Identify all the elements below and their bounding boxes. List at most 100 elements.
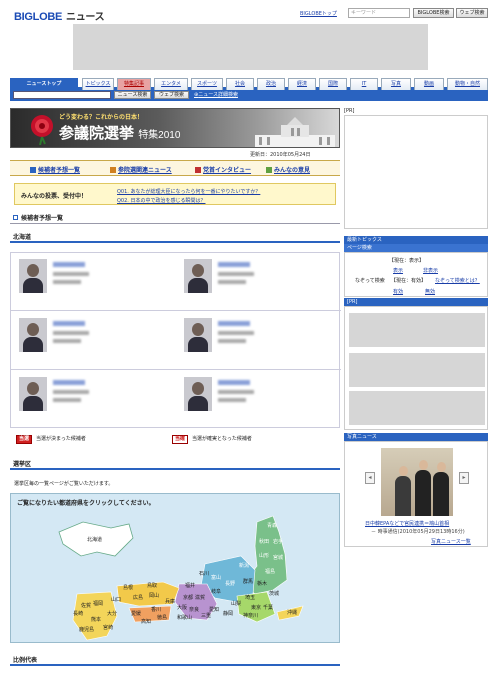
web-search-button-2[interactable]: ウェブ検索: [154, 91, 189, 99]
map-label[interactable]: 島根: [123, 584, 133, 591]
map-label[interactable]: 青森: [267, 522, 277, 529]
map-label[interactable]: 沖縄: [287, 609, 297, 616]
map-label[interactable]: 滋賀: [195, 594, 205, 601]
photo-news-box: ◂ ▸ 日中韓EPAなどで官民連携＝鳩山首相 － 時事通信(2010年05月29…: [344, 441, 488, 547]
map-label[interactable]: 東京: [251, 604, 261, 611]
biglobe-top-link[interactable]: BIGLOBEトップ: [300, 10, 337, 17]
candidate-card[interactable]: [176, 312, 341, 370]
photo-news-image[interactable]: [381, 448, 453, 516]
tab-entertainment[interactable]: エンタメ: [154, 78, 188, 90]
map-label[interactable]: 茨城: [269, 590, 279, 597]
next-photo-icon[interactable]: ▸: [459, 472, 469, 484]
map-label[interactable]: 奈良: [189, 606, 199, 613]
map-label[interactable]: 千葉: [263, 604, 273, 611]
tab-economy[interactable]: 経済: [288, 78, 316, 90]
candidate-photo: [184, 318, 212, 352]
keyword-input[interactable]: キーワード: [348, 8, 410, 18]
latest-topics-header[interactable]: 最新トピックス: [344, 236, 488, 244]
map-label[interactable]: 栃木: [257, 580, 267, 587]
pr-ad[interactable]: [349, 391, 485, 425]
show-link[interactable]: 表示: [393, 267, 403, 274]
map-label[interactable]: 鳥取: [147, 582, 157, 589]
map-label[interactable]: 兵庫: [165, 598, 175, 605]
map-label[interactable]: 三重: [201, 612, 211, 619]
map-label[interactable]: 埼玉: [245, 594, 255, 601]
subnav-news[interactable]: 参院選関連ニュース: [110, 165, 172, 174]
map-label[interactable]: 群馬: [243, 578, 253, 585]
subnav-opinions[interactable]: みんなの意見: [266, 165, 310, 174]
tab-video[interactable]: 動画: [414, 78, 444, 90]
map-label[interactable]: 京都: [183, 594, 193, 601]
advanced-search-link[interactable]: ⊕ニュース詳細検索: [194, 91, 238, 99]
map-label[interactable]: 岡山: [149, 592, 159, 599]
map-label[interactable]: 静岡: [223, 610, 233, 617]
map-label[interactable]: 石川: [199, 570, 209, 577]
biglobe-search-button[interactable]: BIGLOBE検索: [413, 8, 454, 18]
poll-q2-link[interactable]: Q02. 日本の中で政治を感じる瞬間は？: [117, 197, 205, 204]
photo-news-list-link[interactable]: 写真ニュース一覧: [431, 538, 471, 545]
pr-ad-box[interactable]: [344, 115, 488, 229]
tab-society[interactable]: 社会: [226, 78, 254, 90]
tab-it[interactable]: IT: [350, 78, 378, 90]
map-label[interactable]: 愛媛: [131, 610, 141, 617]
map-label[interactable]: 北海道: [87, 536, 102, 543]
map-label[interactable]: 神奈川: [243, 612, 258, 619]
map-label[interactable]: 徳島: [157, 614, 167, 621]
top-ad-banner[interactable]: [73, 24, 428, 70]
tab-international[interactable]: 国際: [319, 78, 347, 90]
tab-sports[interactable]: スポーツ: [191, 78, 223, 90]
tab-photo[interactable]: 写真: [381, 78, 411, 90]
map-label[interactable]: 山形: [259, 552, 269, 559]
map-label[interactable]: 山梨: [231, 600, 241, 607]
map-label[interactable]: 佐賀: [81, 602, 91, 609]
prev-photo-icon[interactable]: ◂: [365, 472, 375, 484]
proportional-header: 比例代表: [10, 656, 340, 666]
candidate-card[interactable]: [11, 312, 176, 370]
map-label[interactable]: 和歌山: [177, 614, 192, 621]
map-label[interactable]: 福島: [265, 568, 275, 575]
photo-caption-link[interactable]: 日中韓EPAなどで官民連携＝鳩山首相: [365, 520, 449, 527]
candidate-name: [218, 321, 250, 326]
candidate-card[interactable]: [176, 253, 341, 311]
tab-topics[interactable]: トピックス: [82, 78, 114, 90]
subnav-candidates[interactable]: 候補者予想一覧: [30, 165, 80, 174]
hide-link[interactable]: 非表示: [423, 267, 438, 274]
map-label[interactable]: 大阪: [177, 604, 187, 611]
biglobe-logo[interactable]: BIGLOBE ニュース: [14, 8, 105, 23]
tab-politics[interactable]: 政治: [257, 78, 285, 90]
map-label[interactable]: 福井: [185, 582, 195, 589]
map-label[interactable]: 山口: [111, 596, 121, 603]
candidate-card[interactable]: [11, 253, 176, 311]
map-label[interactable]: 宮城: [273, 554, 283, 561]
tab-animals-nature[interactable]: 動物・自然: [447, 78, 488, 90]
map-label[interactable]: 宮崎: [103, 624, 113, 631]
map-label[interactable]: 新潟: [239, 562, 249, 569]
map-label[interactable]: 高知: [141, 618, 151, 625]
map-label[interactable]: 鹿児島: [79, 626, 94, 633]
map-label[interactable]: 大分: [107, 610, 117, 617]
map-label[interactable]: 秋田: [259, 538, 269, 545]
map-label[interactable]: 香川: [151, 606, 161, 613]
map-label[interactable]: 富山: [211, 574, 221, 581]
tab-news-top[interactable]: ニューストップ: [10, 78, 78, 90]
candidate-card[interactable]: [11, 371, 176, 429]
candidate-card[interactable]: [176, 371, 341, 429]
map-label[interactable]: 長崎: [73, 610, 83, 617]
web-search-button[interactable]: ウェブ検索: [456, 8, 488, 18]
news-search-button[interactable]: ニュース検索: [114, 91, 151, 99]
pr-ad[interactable]: [349, 353, 485, 387]
disable-link[interactable]: 無効: [425, 288, 435, 295]
map-label[interactable]: 熊本: [91, 616, 101, 623]
news-search-input[interactable]: [13, 91, 111, 99]
enable-link[interactable]: 有効: [393, 288, 403, 295]
map-label[interactable]: 岐阜: [211, 588, 221, 595]
poll-q1-link[interactable]: Q01. あなたが総理大臣になったら何を一番にやりたいですか？: [117, 188, 260, 195]
map-label[interactable]: 岩手: [273, 538, 283, 545]
pr-ad[interactable]: [349, 313, 485, 347]
map-label[interactable]: 長野: [225, 580, 235, 587]
trace-help-link[interactable]: なぞって検索とは？: [435, 277, 480, 284]
map-label[interactable]: 福岡: [93, 600, 103, 607]
subnav-interviews[interactable]: 党首インタビュー: [195, 165, 251, 174]
map-label[interactable]: 広島: [133, 594, 143, 601]
tab-features[interactable]: 特集記事: [117, 78, 151, 90]
